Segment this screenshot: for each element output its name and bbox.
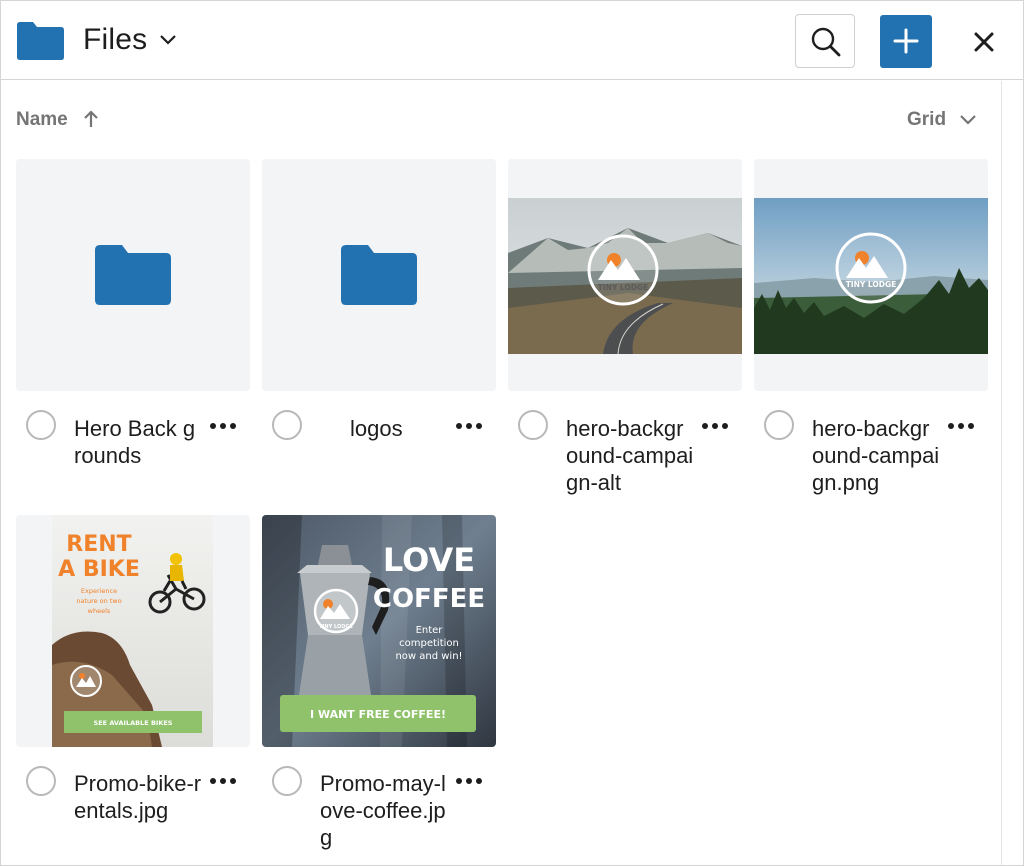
- select-checkbox[interactable]: [26, 766, 56, 796]
- svg-text:Enter: Enter: [416, 625, 444, 636]
- file-name[interactable]: Promo-may-love-coffee.jpg: [320, 770, 448, 852]
- file-tile[interactable]: [262, 159, 496, 391]
- scrollbar[interactable]: [1001, 81, 1023, 865]
- search-icon: [811, 27, 841, 57]
- svg-text:TINY LODGE: TINY LODGE: [319, 624, 353, 630]
- file-tile[interactable]: TINY LODGE: [754, 159, 988, 391]
- image-thumbnail: RENT A BIKE Experience nature on two whe…: [52, 515, 213, 747]
- svg-text:COFFEE: COFFEE: [373, 584, 485, 614]
- more-options-icon[interactable]: [208, 419, 238, 433]
- image-thumbnail: TINY LODGE LOVE COFFEE Enter competition…: [262, 515, 496, 747]
- folder-icon: [341, 245, 417, 305]
- page-title[interactable]: Files: [83, 23, 147, 57]
- more-options-icon[interactable]: [208, 774, 238, 788]
- more-options-icon[interactable]: [946, 419, 976, 433]
- svg-text:TINY LODGE: TINY LODGE: [846, 280, 897, 289]
- svg-text:A BIKE: A BIKE: [58, 557, 140, 582]
- more-options-icon[interactable]: [700, 419, 730, 433]
- more-options-icon[interactable]: [454, 419, 484, 433]
- arrow-up-icon[interactable]: [82, 109, 100, 129]
- folder-icon: [95, 245, 171, 305]
- sort-button[interactable]: Name: [16, 109, 68, 131]
- select-checkbox[interactable]: [518, 410, 548, 440]
- folder-icon: [17, 22, 64, 60]
- add-file-button[interactable]: [880, 15, 932, 68]
- media-panel: Files Name Grid Hero Back grounds logos …: [0, 0, 1024, 866]
- close-icon[interactable]: [969, 27, 999, 57]
- file-name[interactable]: hero-background-campaign-alt: [566, 415, 694, 497]
- view-mode-select[interactable]: Grid: [907, 109, 946, 131]
- select-checkbox[interactable]: [764, 410, 794, 440]
- file-tile[interactable]: RENT A BIKE Experience nature on two whe…: [16, 515, 250, 747]
- svg-text:LOVE: LOVE: [383, 541, 475, 579]
- svg-text:wheels: wheels: [88, 607, 111, 615]
- svg-text:now and win!: now and win!: [395, 651, 462, 662]
- svg-text:TINY LODGE: TINY LODGE: [598, 283, 649, 292]
- svg-text:nature on two: nature on two: [76, 597, 121, 605]
- svg-text:Experience: Experience: [81, 587, 117, 595]
- file-tile[interactable]: [16, 159, 250, 391]
- image-thumbnail: TINY LODGE: [754, 198, 988, 354]
- search-button[interactable]: [795, 14, 855, 68]
- select-checkbox[interactable]: [26, 410, 56, 440]
- file-name[interactable]: hero-background-campaign.png: [812, 415, 940, 497]
- svg-text:I WANT FREE COFFEE!: I WANT FREE COFFEE!: [310, 708, 446, 721]
- file-name[interactable]: Hero Back grounds: [74, 415, 202, 497]
- more-options-icon[interactable]: [454, 774, 484, 788]
- plus-icon: [893, 28, 919, 54]
- image-thumbnail: TINY LODGE: [508, 198, 742, 354]
- chevron-down-icon[interactable]: [159, 33, 177, 47]
- svg-text:competition: competition: [399, 638, 459, 649]
- svg-text:SEE AVAILABLE BIKES: SEE AVAILABLE BIKES: [94, 719, 173, 727]
- file-tile[interactable]: TINY LODGE LOVE COFFEE Enter competition…: [262, 515, 496, 747]
- panel-header: Files: [1, 1, 1023, 80]
- chevron-down-icon[interactable]: [959, 113, 977, 127]
- file-name[interactable]: Promo-bike-rentals.jpg: [74, 770, 202, 852]
- select-checkbox[interactable]: [272, 766, 302, 796]
- file-tile[interactable]: TINY LODGE: [508, 159, 742, 391]
- svg-text:RENT: RENT: [66, 532, 131, 557]
- select-checkbox[interactable]: [272, 410, 302, 440]
